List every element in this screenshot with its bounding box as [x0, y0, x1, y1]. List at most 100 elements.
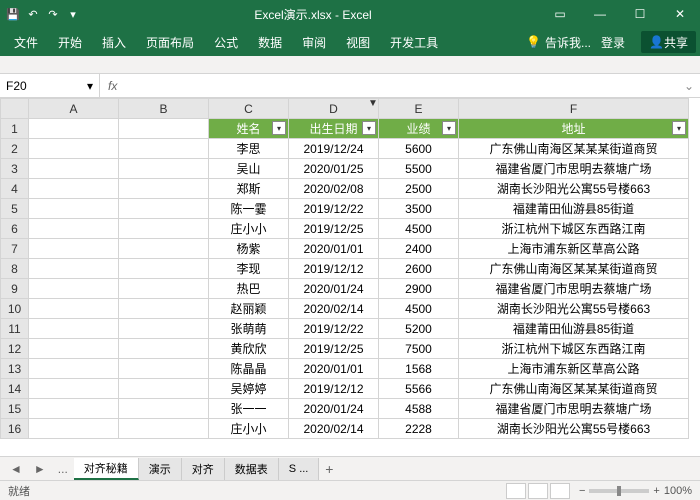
cell[interactable] [119, 379, 209, 399]
cell[interactable] [29, 359, 119, 379]
cell[interactable] [119, 319, 209, 339]
cell[interactable]: 5566 [379, 379, 459, 399]
save-icon[interactable]: 💾 [6, 7, 20, 21]
ribbon-options-icon[interactable]: ▭ [540, 0, 580, 28]
cell[interactable]: 湖南长沙阳光公寓55号楼663 [459, 419, 689, 439]
col-header-D[interactable]: D [289, 99, 379, 119]
row-header[interactable]: 8 [1, 259, 29, 279]
close-icon[interactable]: ✕ [660, 0, 700, 28]
row-header[interactable]: 1 [1, 119, 29, 139]
cell[interactable]: 福建省厦门市思明去蔡塘广场 [459, 159, 689, 179]
sheet-tab[interactable]: 对齐 [182, 458, 225, 480]
view-layout-icon[interactable] [528, 483, 548, 499]
cell[interactable] [29, 139, 119, 159]
row-header[interactable]: 3 [1, 159, 29, 179]
zoom-control[interactable]: − + 100% [579, 485, 692, 497]
zoom-out-icon[interactable]: − [579, 485, 585, 497]
tab-review[interactable]: 审阅 [292, 28, 336, 56]
cell[interactable]: 赵丽颖 [209, 299, 289, 319]
cell[interactable] [119, 299, 209, 319]
cell[interactable] [119, 239, 209, 259]
cell[interactable]: 吴婷婷 [209, 379, 289, 399]
cell[interactable] [119, 159, 209, 179]
cell[interactable]: 2019/12/12 [289, 259, 379, 279]
row-header[interactable]: 14 [1, 379, 29, 399]
cell[interactable]: 张一一 [209, 399, 289, 419]
cell[interactable]: 陈晶晶 [209, 359, 289, 379]
cell[interactable]: 2020/01/24 [289, 399, 379, 419]
cell[interactable]: 5500 [379, 159, 459, 179]
cell[interactable] [29, 379, 119, 399]
sheet-tab[interactable]: 对齐秘籍 [74, 458, 139, 480]
cell[interactable] [29, 239, 119, 259]
cell[interactable] [119, 359, 209, 379]
formula-expand-icon[interactable]: ⌄ [678, 79, 700, 93]
cell[interactable] [119, 419, 209, 439]
cell[interactable] [119, 219, 209, 239]
cell[interactable]: 5600 [379, 139, 459, 159]
row-header[interactable]: 10 [1, 299, 29, 319]
cell[interactable]: 2020/02/14 [289, 299, 379, 319]
row-header[interactable]: 16 [1, 419, 29, 439]
worksheet-grid[interactable]: ▼ ABCDEF1姓名▾出生日期▾业绩▾地址▾2李思2019/12/245600… [0, 98, 700, 456]
cell[interactable]: 2020/02/14 [289, 419, 379, 439]
cell[interactable]: 4500 [379, 219, 459, 239]
redo-icon[interactable]: ↷ [46, 7, 60, 21]
tab-layout[interactable]: 页面布局 [136, 28, 204, 56]
cell[interactable] [29, 219, 119, 239]
login-button[interactable]: 登录 [591, 28, 635, 56]
cell[interactable]: 2020/01/01 [289, 359, 379, 379]
zoom-in-icon[interactable]: + [653, 485, 659, 497]
cell[interactable]: 2020/01/25 [289, 159, 379, 179]
tab-dev[interactable]: 开发工具 [380, 28, 448, 56]
tab-view[interactable]: 视图 [336, 28, 380, 56]
sheet-nav-prev-icon[interactable]: ◄ [4, 462, 28, 476]
tab-formulas[interactable]: 公式 [204, 28, 248, 56]
cell[interactable]: 热巴 [209, 279, 289, 299]
share-button[interactable]: 👤 共享 [641, 31, 696, 53]
row-header[interactable]: 4 [1, 179, 29, 199]
cell[interactable]: 上海市浦东新区草高公路 [459, 239, 689, 259]
col-header-F[interactable]: F [459, 99, 689, 119]
cell[interactable]: 李思 [209, 139, 289, 159]
cell[interactable]: 湖南长沙阳光公寓55号楼663 [459, 179, 689, 199]
sheet-nav-more[interactable]: ... [52, 462, 74, 476]
name-box[interactable]: F20 ▾ [0, 74, 100, 98]
filter-icon[interactable]: ▾ [272, 121, 286, 135]
maximize-icon[interactable]: ☐ [620, 0, 660, 28]
cell[interactable]: 2019/12/25 [289, 219, 379, 239]
cell[interactable] [29, 119, 119, 139]
cell[interactable]: 3500 [379, 199, 459, 219]
cell[interactable]: 福建省厦门市思明去蔡塘广场 [459, 279, 689, 299]
col-header-B[interactable]: B [119, 99, 209, 119]
cell[interactable]: 2500 [379, 179, 459, 199]
cell[interactable] [119, 199, 209, 219]
row-header[interactable]: 13 [1, 359, 29, 379]
tab-data[interactable]: 数据 [248, 28, 292, 56]
cell[interactable] [119, 339, 209, 359]
cell[interactable] [29, 159, 119, 179]
cell[interactable]: 4588 [379, 399, 459, 419]
cell[interactable]: 庄小小 [209, 219, 289, 239]
cell[interactable]: 浙江杭州下城区东西路江南 [459, 219, 689, 239]
cell[interactable]: 广东佛山南海区某某某街道商贸 [459, 259, 689, 279]
view-break-icon[interactable] [550, 483, 570, 499]
cell[interactable]: 庄小小 [209, 419, 289, 439]
cell[interactable] [119, 399, 209, 419]
cell[interactable] [29, 399, 119, 419]
cell[interactable] [29, 199, 119, 219]
cell[interactable]: 郑斯 [209, 179, 289, 199]
col-header-C[interactable]: C [209, 99, 289, 119]
sheet-nav-next-icon[interactable]: ► [28, 462, 52, 476]
cell[interactable]: 上海市浦东新区草高公路 [459, 359, 689, 379]
zoom-slider[interactable] [589, 489, 649, 493]
cell[interactable]: 2019/12/22 [289, 319, 379, 339]
chevron-down-icon[interactable]: ▾ [87, 79, 93, 93]
cell[interactable]: 1568 [379, 359, 459, 379]
cell[interactable]: 2019/12/22 [289, 199, 379, 219]
cell[interactable] [29, 179, 119, 199]
cell[interactable]: 2900 [379, 279, 459, 299]
tab-insert[interactable]: 插入 [92, 28, 136, 56]
cell[interactable]: 2019/12/24 [289, 139, 379, 159]
cell[interactable]: 浙江杭州下城区东西路江南 [459, 339, 689, 359]
